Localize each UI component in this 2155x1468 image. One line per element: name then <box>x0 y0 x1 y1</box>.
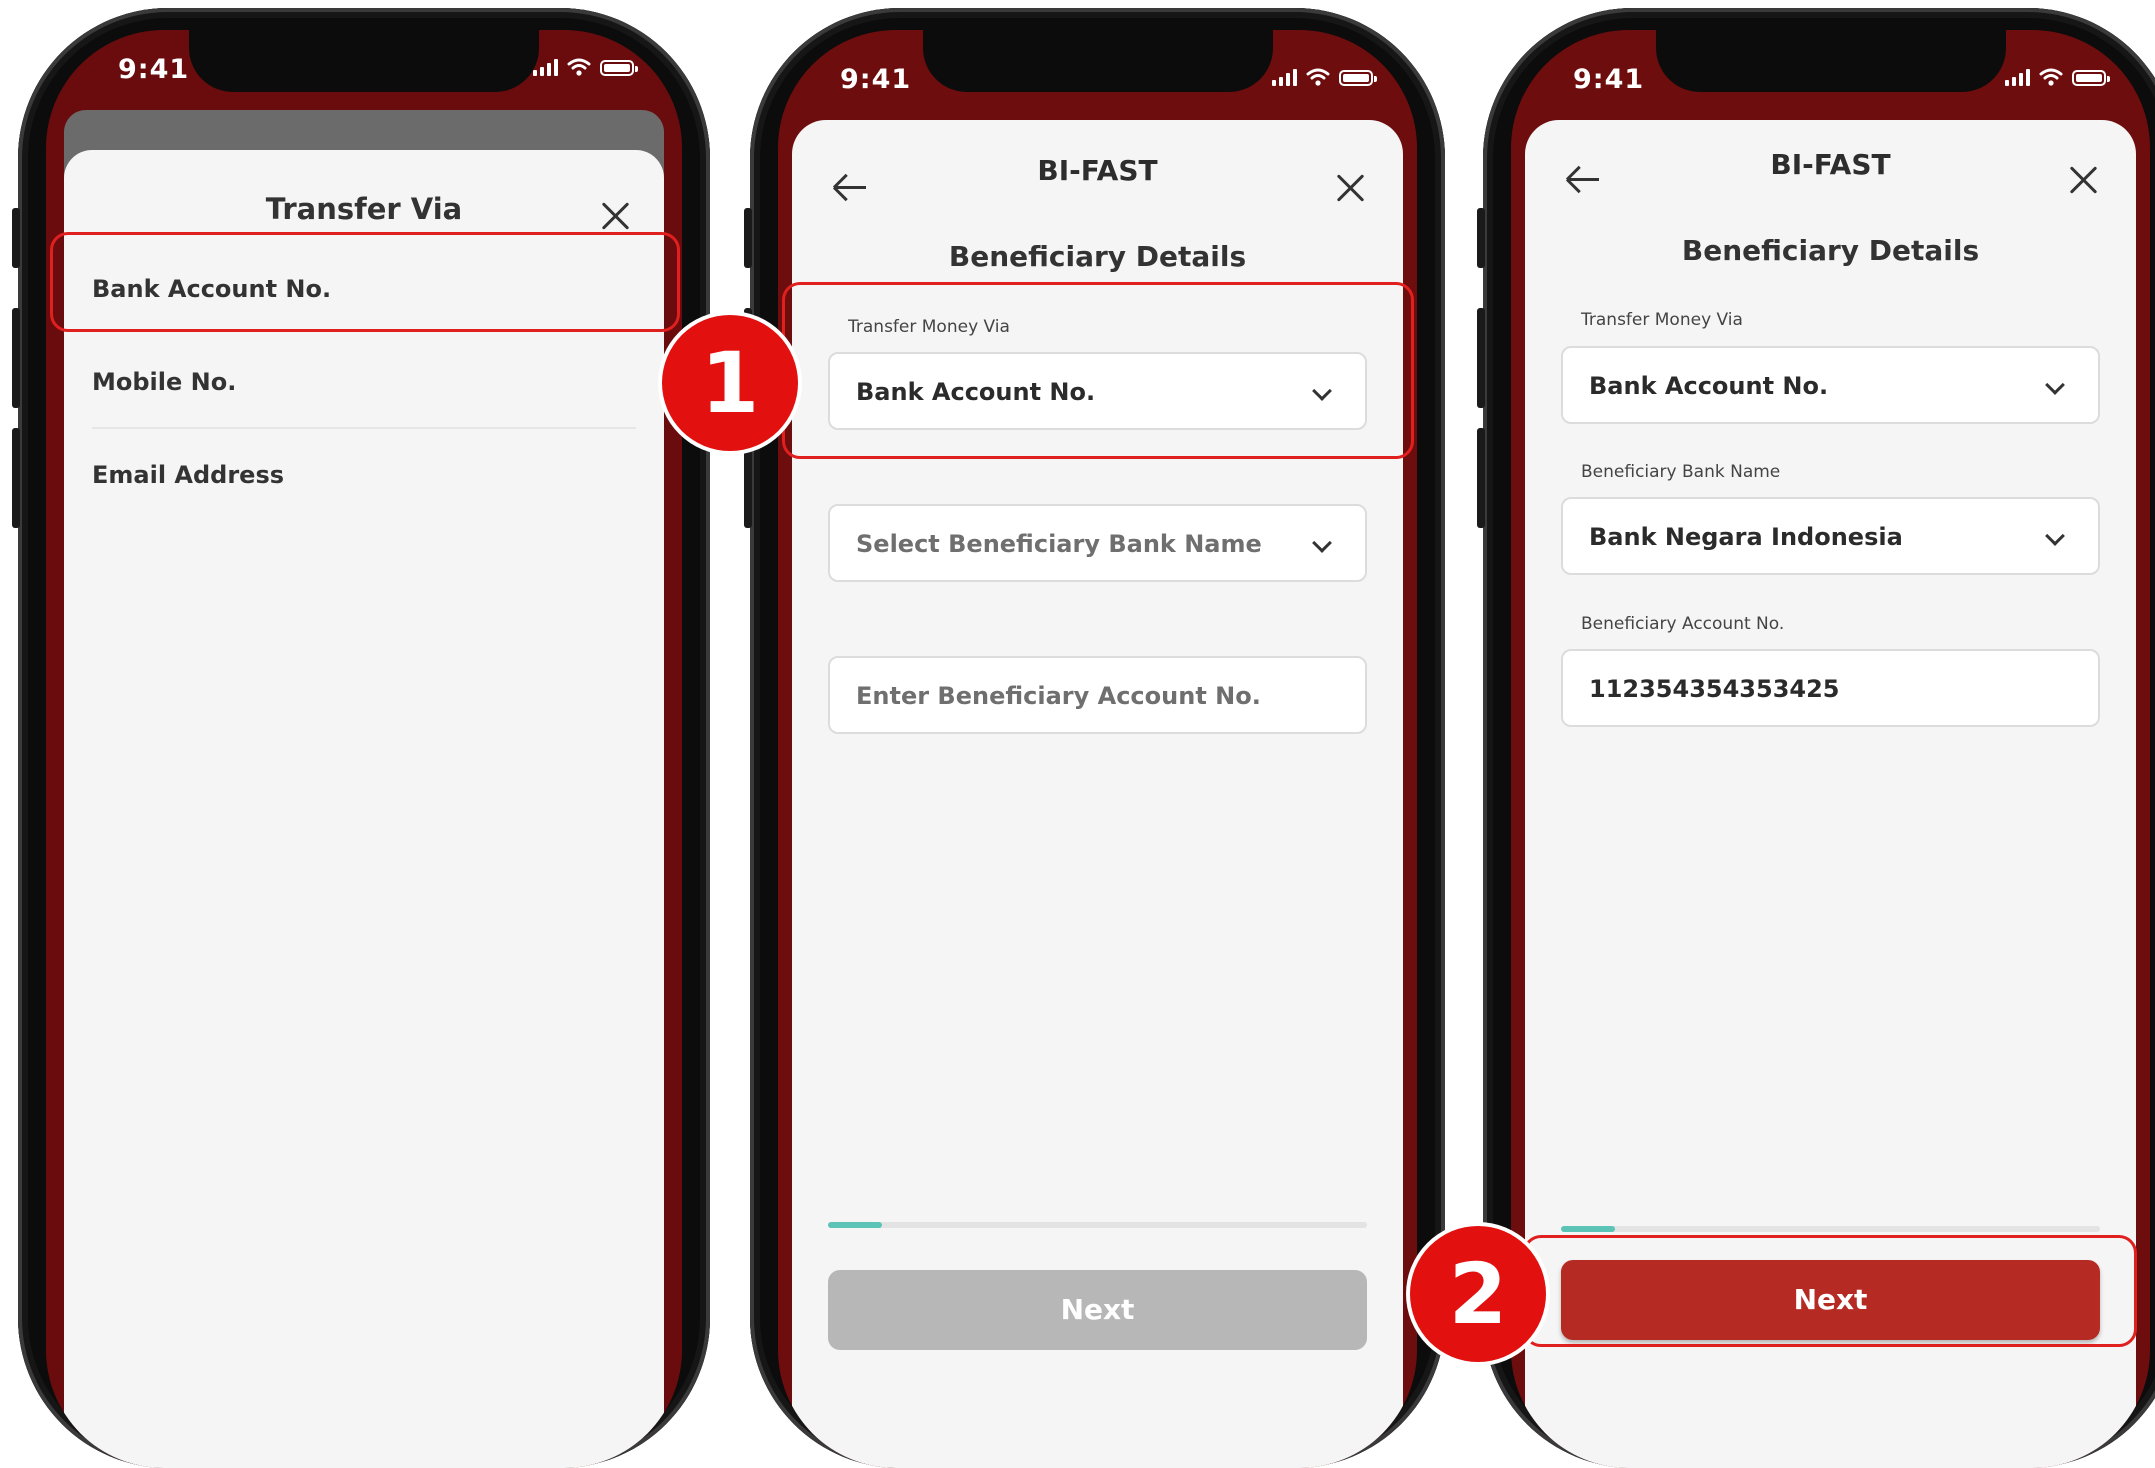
bank-name-placeholder: Select Beneficiary Bank Name <box>856 530 1262 558</box>
status-time: 9:41 <box>118 54 190 85</box>
page-title: BI-FAST <box>1037 154 1158 187</box>
signal-icon <box>2005 68 2030 86</box>
account-no-value: 112354354353425 <box>1589 675 1840 703</box>
battery-icon <box>2072 70 2110 86</box>
account-no-label: Beneficiary Account No. <box>1581 614 1785 634</box>
bank-name-select[interactable]: Bank Negara Indonesia <box>1561 497 2100 575</box>
transfer-via-sheet: Transfer Via Bank Account No. Mobile No.… <box>64 150 664 1468</box>
phone-mockup-2: 9:41 BI-FAST Beneficiary Details Transfe… <box>744 8 1445 1468</box>
transfer-via-label: Transfer Money Via <box>1581 310 1743 330</box>
status-time: 9:41 <box>1573 64 1645 95</box>
section-title: Beneficiary Details <box>948 240 1247 273</box>
battery-icon <box>1339 70 1377 86</box>
sheet-title: Transfer Via <box>265 192 463 226</box>
highlight-transfer-via-field <box>782 282 1414 459</box>
notch <box>189 30 539 92</box>
progress-bar <box>1561 1226 2100 1232</box>
phone-screen-2: 9:41 BI-FAST Beneficiary Details Transfe… <box>778 30 1417 1468</box>
chevron-down-icon <box>2045 375 2065 395</box>
option-email-address[interactable]: Email Address <box>92 461 284 489</box>
account-no-input[interactable]: 112354354353425 <box>1561 649 2100 727</box>
status-icons <box>1272 68 1377 86</box>
close-icon[interactable] <box>600 200 632 232</box>
status-icons <box>2005 68 2110 86</box>
bank-name-value: Bank Negara Indonesia <box>1589 523 1903 551</box>
notch <box>922 30 1273 92</box>
wifi-icon <box>1306 68 1330 86</box>
option-mobile-no[interactable]: Mobile No. <box>92 368 236 396</box>
next-button[interactable]: Next <box>828 1270 1367 1350</box>
battery-icon <box>600 60 638 76</box>
status-icons <box>533 58 638 76</box>
page-title: BI-FAST <box>1770 148 1891 181</box>
account-no-placeholder: Enter Beneficiary Account No. <box>856 682 1261 710</box>
divider <box>92 427 636 429</box>
close-icon[interactable] <box>1335 172 1367 204</box>
wifi-icon <box>2039 68 2063 86</box>
status-time: 9:41 <box>840 64 912 95</box>
highlight-next-button <box>1523 1235 2137 1347</box>
transfer-via-select[interactable]: Bank Account No. <box>1561 346 2100 424</box>
account-no-input[interactable]: Enter Beneficiary Account No. <box>828 656 1367 734</box>
section-title: Beneficiary Details <box>1681 234 1980 267</box>
step-1-badge: 1 <box>662 315 798 451</box>
notch <box>1655 30 2006 92</box>
chevron-down-icon <box>1312 533 1332 553</box>
close-icon[interactable] <box>2068 164 2100 196</box>
chevron-down-icon <box>2045 526 2065 546</box>
bank-name-select[interactable]: Select Beneficiary Bank Name <box>828 504 1367 582</box>
transfer-via-value: Bank Account No. <box>1589 372 1829 400</box>
phone-mockup-1: 9:41 Transfer Via Bank Account No. Mobil… <box>12 8 710 1468</box>
step-2-badge: 2 <box>1410 1226 1546 1362</box>
wifi-icon <box>567 58 591 76</box>
bank-name-label: Beneficiary Bank Name <box>1581 462 1781 482</box>
progress-bar <box>828 1222 1367 1228</box>
signal-icon <box>1272 68 1297 86</box>
highlight-bank-account-option <box>50 232 680 332</box>
